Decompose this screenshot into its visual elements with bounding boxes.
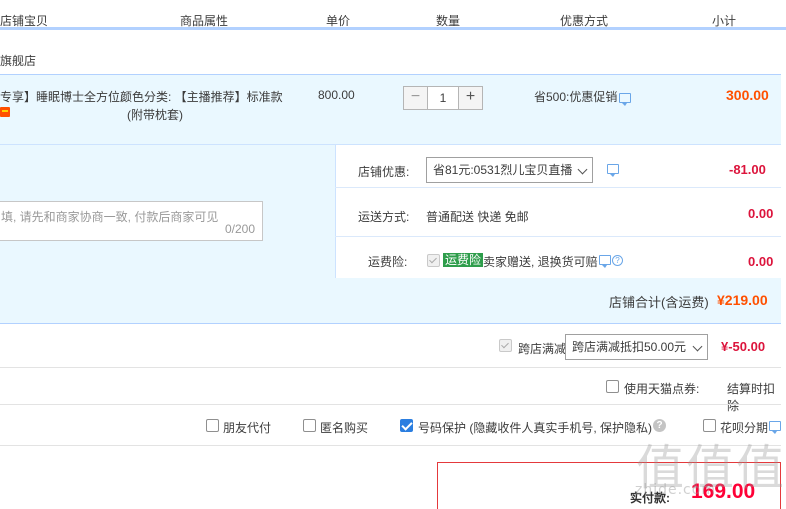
memo-placeholder: 填, 请先和商家协商一致, 付款后商家可见 — [1, 210, 219, 224]
memo-counter: 0/200 — [224, 222, 255, 236]
header-discount: 优惠方式 — [560, 14, 609, 28]
divider — [0, 404, 781, 405]
cross-store-amount: ¥-50.00 — [721, 339, 766, 354]
item-title[interactable]: 专享】睡眠博士全方位... — [0, 88, 130, 105]
qty-plus-button[interactable]: + — [458, 86, 483, 110]
tmall-coupon-checkbox[interactable] — [606, 380, 619, 393]
anonymous-checkbox[interactable] — [303, 419, 316, 432]
tmall-coupon-note: 结算时扣除 — [727, 382, 776, 413]
item-row — [0, 74, 781, 145]
divider — [335, 145, 336, 278]
divider — [0, 367, 781, 368]
header-subtotal: 小计 — [712, 14, 737, 28]
shop-total-label: 店铺合计(含运费) — [609, 295, 709, 310]
shipping-value: 普通配送 快递 免邮 — [426, 210, 529, 224]
qty-input[interactable]: 1 — [428, 86, 458, 110]
memo-input[interactable]: 填, 请先和商家协商一致, 付款后商家可见 0/200 — [0, 201, 263, 241]
header-qty: 数量 — [436, 14, 461, 28]
quantity-stepper: − 1 + — [403, 86, 483, 110]
insurance-checkbox — [427, 254, 440, 267]
item-discount: 省500:优惠促销 — [534, 90, 618, 104]
insurance-tag: 运费险 — [443, 253, 484, 267]
divider — [335, 236, 781, 237]
friend-pay-checkbox[interactable] — [206, 419, 219, 432]
shop-name[interactable]: 旗舰店 — [0, 52, 36, 69]
chevron-down-icon — [577, 164, 588, 175]
qty-minus-button[interactable]: − — [403, 86, 428, 110]
shop-discount-select[interactable]: 省81元:0531烈儿宝贝直播 — [426, 157, 593, 183]
watermark-text: zhide.com — [635, 482, 716, 498]
chat-icon[interactable] — [619, 93, 631, 106]
shop-total-amount: ¥219.00 — [717, 292, 768, 308]
insurance-amount: 0.00 — [748, 254, 774, 269]
shop-discount-label: 店铺优惠: — [358, 165, 410, 179]
header-item: 店铺宝贝 — [0, 14, 49, 28]
insurance-desc: 卖家赠送, 退换货可赔 — [483, 255, 598, 269]
insurance-label: 运费险: — [368, 255, 408, 269]
number-protect-label: 号码保护 (隐藏收件人真实手机号, 保护隐私) — [418, 421, 652, 435]
tmall-coupon-label: 使用天猫点券: — [624, 382, 700, 396]
cross-store-checkbox — [499, 339, 512, 352]
table-header: 店铺宝贝 商品属性 单价 数量 优惠方式 小计 — [0, 0, 786, 30]
item-attr-line1: 颜色分类: 【主播推荐】标准款 — [120, 90, 283, 104]
shop-discount-value: 省81元:0531烈儿宝贝直播 — [433, 163, 573, 177]
item-price: 800.00 — [318, 88, 355, 102]
cross-store-label: 跨店满减 — [518, 342, 567, 356]
tmall-badge-icon — [0, 107, 10, 117]
header-price: 单价 — [326, 14, 351, 28]
item-subtotal: 300.00 — [726, 87, 769, 103]
chevron-down-icon — [692, 341, 703, 352]
friend-pay-label: 朋友代付 — [223, 421, 272, 435]
header-attr: 商品属性 — [180, 14, 229, 28]
shop-discount-amount: -81.00 — [729, 162, 766, 177]
cross-store-value: 跨店满减抵扣50.00元 — [572, 340, 687, 354]
cross-store-select[interactable]: 跨店满减抵扣50.00元 — [565, 334, 708, 360]
help-icon[interactable]: ? — [612, 255, 623, 266]
shipping-amount: 0.00 — [748, 206, 774, 221]
shipping-label: 运送方式: — [358, 210, 410, 224]
number-protect-checkbox[interactable] — [400, 419, 413, 432]
anonymous-label: 匿名购买 — [320, 421, 369, 435]
item-attr-line2: (附带枕套) — [127, 108, 183, 122]
chat-icon[interactable] — [599, 255, 611, 268]
divider — [335, 187, 781, 188]
chat-icon[interactable] — [607, 164, 619, 177]
